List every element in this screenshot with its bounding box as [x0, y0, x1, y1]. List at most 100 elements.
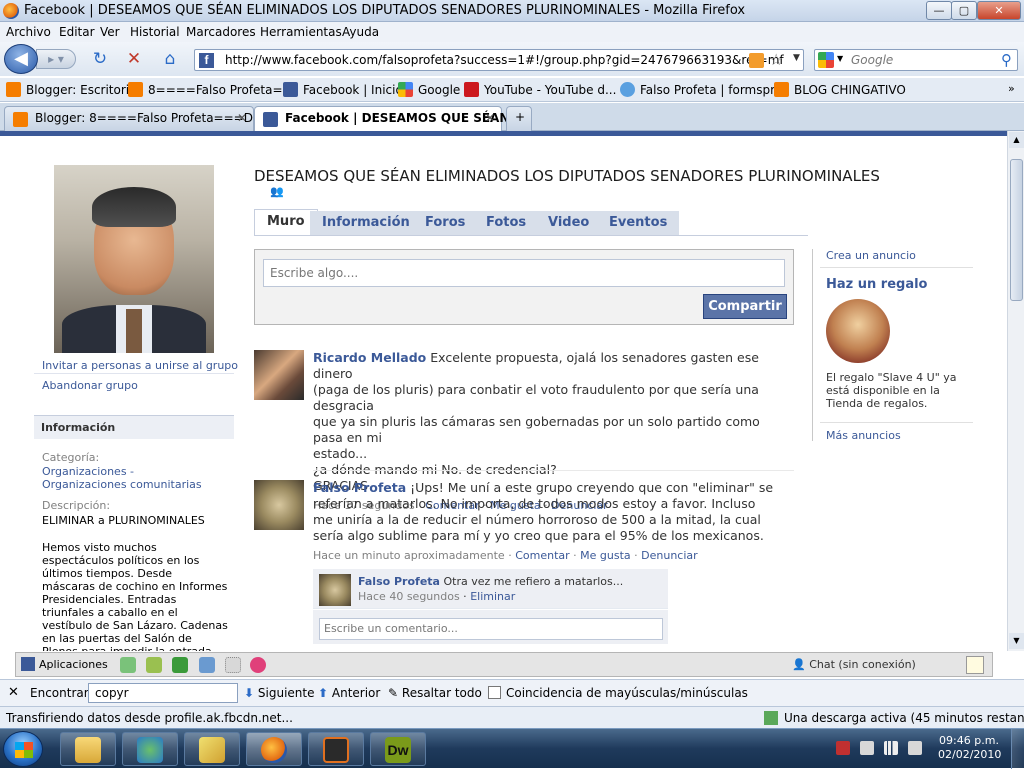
new-tab-button[interactable]: +: [506, 106, 532, 131]
match-case-checkbox[interactable]: Coincidencia de mayúsculas/minúsculas: [488, 686, 748, 700]
author-avatar[interactable]: [254, 480, 304, 530]
bookmarks-overflow-icon[interactable]: »: [1008, 82, 1015, 95]
share-button[interactable]: Compartir: [703, 294, 787, 319]
taskbar-messenger[interactable]: [122, 732, 178, 766]
download-status[interactable]: Una descarga activa (45 minutos restante…: [764, 711, 1024, 725]
power-icon[interactable]: [860, 741, 874, 755]
menu-ayuda[interactable]: Ayuda: [342, 25, 379, 39]
close-window-button[interactable]: ✕: [977, 1, 1021, 20]
menu-herramientas[interactable]: Herramientas: [260, 25, 342, 39]
menu-historial[interactable]: Historial: [130, 25, 180, 39]
more-ads-link[interactable]: Más anuncios: [826, 429, 901, 442]
menu-marcadores[interactable]: Marcadores: [186, 25, 256, 39]
delete-comment-link[interactable]: Eliminar: [470, 590, 515, 603]
invite-link[interactable]: Invitar a personas a unirse al grupo: [42, 359, 238, 372]
leave-group-link[interactable]: Abandonar grupo: [42, 379, 138, 392]
author-avatar[interactable]: [254, 350, 304, 400]
app-frog-icon[interactable]: [120, 657, 136, 673]
chat-offline-button[interactable]: 👤 Chat (sin conexión): [792, 658, 916, 671]
home-icon[interactable]: ⌂: [160, 49, 180, 69]
tab-video[interactable]: Video: [536, 211, 602, 235]
write-something-input[interactable]: Escribe algo....: [263, 259, 785, 287]
ad-gift-image[interactable]: [826, 299, 890, 363]
app-heart-icon[interactable]: [250, 657, 266, 673]
volume-icon[interactable]: [908, 741, 922, 755]
app-face-icon[interactable]: [146, 657, 162, 673]
network-alert-icon[interactable]: [836, 741, 850, 755]
reload-icon[interactable]: ↻: [90, 49, 110, 69]
back-button[interactable]: ◀: [4, 44, 38, 74]
close-find-icon[interactable]: ✕: [8, 685, 19, 700]
highlight-all-button[interactable]: ✎ Resaltar todo: [388, 686, 482, 700]
category-value[interactable]: Organizaciones - Organizaciones comunita…: [42, 465, 222, 491]
start-button[interactable]: [3, 731, 43, 767]
scroll-down-icon[interactable]: ▼: [1009, 633, 1024, 649]
menu-ver[interactable]: Ver: [100, 25, 120, 39]
bookmark-google[interactable]: Google: [398, 82, 460, 98]
tab-fotos[interactable]: Fotos: [474, 211, 539, 235]
rss-icon[interactable]: [749, 53, 764, 68]
close-tab-icon[interactable]: ✕: [237, 111, 247, 125]
find-next-button[interactable]: ⬇ Siguiente: [244, 686, 314, 700]
find-previous-button[interactable]: ⬆ Anterior: [318, 686, 380, 700]
comment-link[interactable]: Comentar: [515, 549, 569, 562]
bookmark-youtube[interactable]: YouTube - YouTube d...: [464, 82, 616, 98]
google-engine-icon[interactable]: [818, 52, 834, 68]
bookmark-falso-profeta-blog[interactable]: 8====Falso Profeta=...: [128, 82, 294, 98]
checkbox-icon[interactable]: [488, 686, 501, 699]
commenter-avatar[interactable]: [319, 574, 351, 606]
scroll-up-icon[interactable]: ▲: [1009, 132, 1024, 148]
bookmark-facebook-inicio[interactable]: Facebook | Inicio: [283, 82, 403, 98]
author-name[interactable]: Ricardo Mellado: [313, 350, 426, 365]
tab-foros[interactable]: Foros: [413, 211, 478, 235]
taskbar-editor[interactable]: [308, 732, 364, 766]
minimize-button[interactable]: —: [926, 1, 952, 20]
bookmark-star-icon[interactable]: ☆: [769, 50, 783, 69]
bookmark-blog-chingativo[interactable]: BLOG CHINGATIVO: [774, 82, 906, 98]
like-link[interactable]: Me gusta: [580, 549, 631, 562]
menu-editar[interactable]: Editar: [59, 25, 95, 39]
search-icon[interactable]: ⚲: [1001, 51, 1012, 69]
engine-dropdown-icon[interactable]: ▼: [837, 54, 843, 63]
url-dropdown-icon[interactable]: ▼: [793, 53, 800, 63]
forward-button[interactable]: ▸ ▾: [36, 49, 76, 69]
address-bar[interactable]: f http://www.facebook.com/falsoprofeta?s…: [194, 49, 804, 71]
menu-archivo[interactable]: Archivo: [6, 25, 51, 39]
tab-informacion[interactable]: Información: [310, 211, 422, 235]
stop-icon[interactable]: ✕: [124, 49, 144, 69]
app-chart-icon[interactable]: [199, 657, 215, 673]
app-grid-icon[interactable]: [225, 657, 241, 673]
maximize-button[interactable]: ▢: [951, 1, 977, 20]
create-ad-link[interactable]: Crea un anuncio: [826, 249, 916, 262]
chat-list-icon[interactable]: [966, 656, 984, 674]
show-desktop-button[interactable]: [1011, 729, 1024, 769]
taskbar-explorer[interactable]: [60, 732, 116, 766]
taskbar-firefox[interactable]: [246, 732, 302, 766]
tab-facebook[interactable]: Facebook | DESEAMOS QUE SÉAN... ✕: [254, 106, 523, 132]
url-text[interactable]: http://www.facebook.com/falsoprofeta?suc…: [225, 53, 784, 67]
firefox-icon: [261, 737, 287, 763]
bookmark-formspring[interactable]: Falso Profeta | formspr...: [620, 82, 785, 98]
comment-input[interactable]: Escribe un comentario...: [319, 618, 663, 640]
taskbar-windows-explorer[interactable]: [184, 732, 240, 766]
commenter-name[interactable]: Falso Profeta: [358, 575, 440, 588]
vertical-scrollbar[interactable]: ▲ ▼: [1007, 131, 1024, 651]
find-input[interactable]: copyr: [88, 683, 238, 703]
app-money-icon[interactable]: [172, 657, 188, 673]
group-profile-picture[interactable]: [54, 165, 214, 353]
search-box[interactable]: ▼ Google ⚲: [814, 49, 1018, 71]
report-link[interactable]: Denunciar: [641, 549, 698, 562]
search-placeholder: Google: [851, 53, 894, 67]
tab-muro[interactable]: Muro: [254, 209, 318, 236]
tab-eventos[interactable]: Eventos: [597, 211, 680, 235]
close-tab-icon[interactable]: ✕: [485, 111, 495, 125]
author-name[interactable]: Falso Profeta: [313, 480, 406, 495]
signal-icon[interactable]: [884, 741, 898, 755]
bookmark-blogger-escritorio[interactable]: Blogger: Escritorio: [6, 82, 136, 98]
clock[interactable]: 09:46 p.m. 02/02/2010: [938, 734, 1001, 762]
tab-blogger[interactable]: Blogger: 8====Falso Profeta===D ... ✕: [4, 106, 268, 131]
scroll-thumb[interactable]: [1010, 159, 1023, 301]
taskbar-dreamweaver[interactable]: Dw: [370, 732, 426, 766]
ad-title[interactable]: Haz un regalo: [826, 277, 927, 292]
applications-button[interactable]: Aplicaciones: [21, 657, 108, 671]
